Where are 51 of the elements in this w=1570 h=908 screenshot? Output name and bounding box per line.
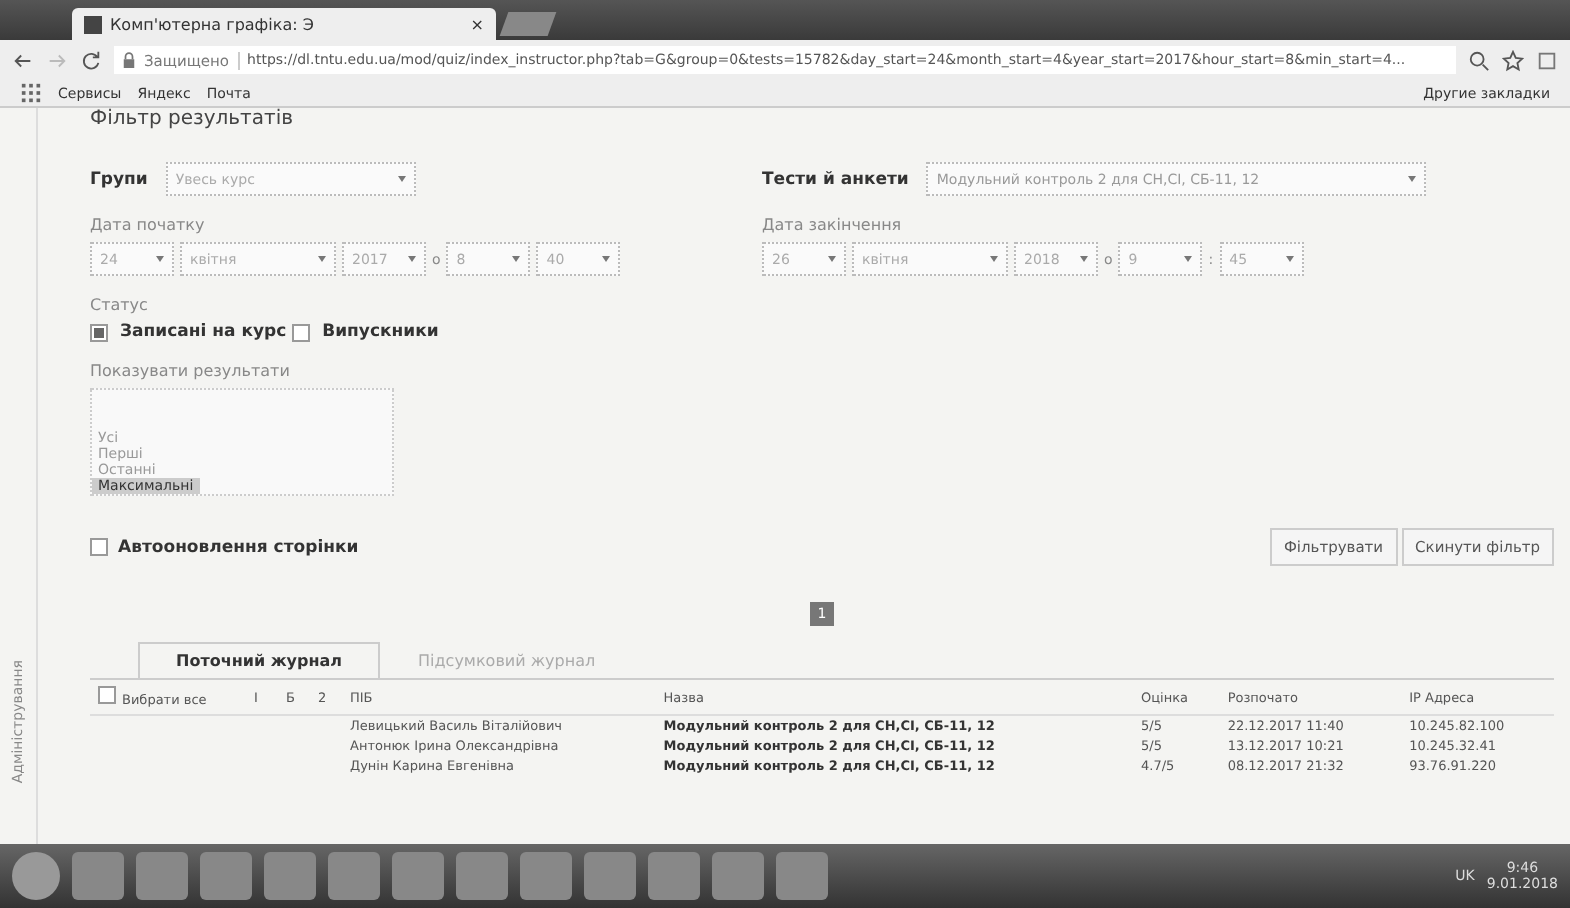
- caret-icon: [512, 256, 521, 266]
- app-icon[interactable]: [520, 852, 572, 900]
- checkbox[interactable]: [292, 323, 311, 341]
- field-label: Статус: [90, 296, 150, 314]
- field-label: Тести й анкети: [762, 169, 909, 189]
- tab-title: Комп'ютерна графіка: Э: [110, 15, 314, 33]
- checkbox-label: Записані на курс: [120, 322, 287, 342]
- app-icon[interactable]: [584, 852, 636, 900]
- back-icon[interactable]: [12, 49, 34, 71]
- close-icon[interactable]: ×: [470, 15, 484, 33]
- field-label: Дата закінчення: [762, 216, 904, 234]
- caret-icon: [602, 256, 611, 266]
- caret-icon: [1408, 176, 1417, 186]
- app-icon[interactable]: [648, 852, 700, 900]
- star-icon[interactable]: [1502, 49, 1524, 71]
- caret-icon: [1285, 256, 1294, 266]
- caret-icon: [156, 256, 164, 266]
- caret-icon: [990, 256, 998, 266]
- reload-icon[interactable]: [80, 49, 102, 71]
- start-button[interactable]: [12, 852, 60, 900]
- caret-icon: [408, 256, 416, 266]
- app-icon[interactable]: [392, 852, 444, 900]
- field-label: Показувати результати: [90, 362, 292, 380]
- zoom-icon[interactable]: [1468, 49, 1490, 71]
- checkbox[interactable]: [90, 323, 108, 341]
- site-logo-icon: [84, 15, 102, 33]
- lock-icon: [122, 51, 136, 69]
- caret-icon: [828, 256, 836, 266]
- checkbox[interactable]: [90, 538, 108, 556]
- new-tab-button[interactable]: [499, 12, 557, 36]
- app-icon[interactable]: [200, 852, 252, 900]
- caret-icon: [1184, 256, 1193, 266]
- app-icon[interactable]: [776, 852, 828, 900]
- caret-icon: [318, 256, 326, 266]
- caret-icon: [397, 176, 406, 186]
- caret-icon: [1080, 256, 1088, 266]
- forward-icon[interactable]: [46, 49, 68, 71]
- tab[interactable]: Поточний журнал: [138, 642, 381, 680]
- checkbox[interactable]: [98, 686, 116, 704]
- app-icon[interactable]: [712, 852, 764, 900]
- browser-tab[interactable]: Комп'ютерна графіка: Э ×: [72, 8, 496, 40]
- apps-icon[interactable]: [20, 82, 42, 104]
- app-icon[interactable]: [456, 852, 508, 900]
- field-label: Дата початку: [90, 216, 207, 234]
- app-icon[interactable]: [136, 852, 188, 900]
- app-icon[interactable]: [264, 852, 316, 900]
- checkbox-label: Автооновлення сторінки: [118, 537, 359, 557]
- checkbox-label: Випускники: [322, 322, 439, 342]
- app-icon[interactable]: [328, 852, 380, 900]
- filter-title: Фільтр результатів: [90, 108, 295, 130]
- field-label: Групи: [90, 169, 148, 189]
